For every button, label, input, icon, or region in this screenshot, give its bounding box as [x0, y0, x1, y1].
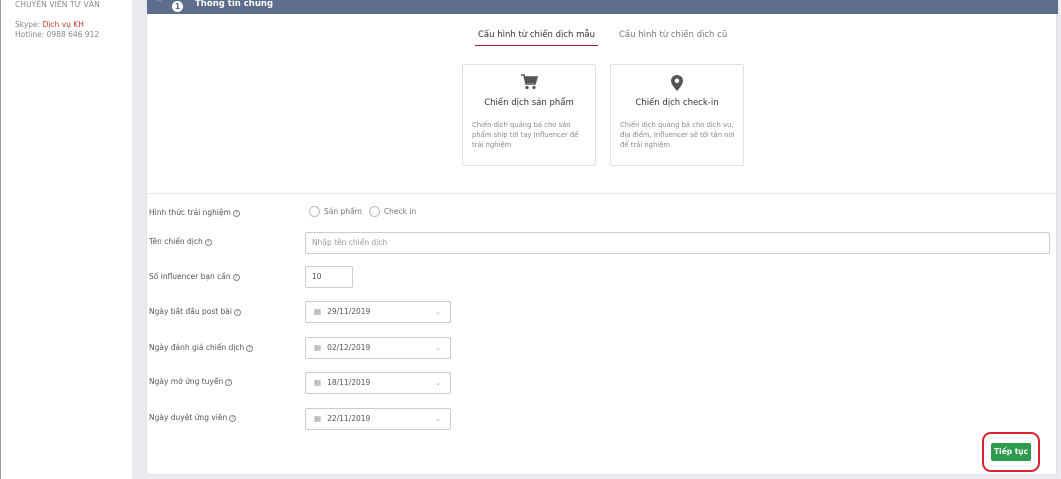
- product-campaign-description: Chiến dịch quảng bá cho sản phẩm ship tớ…: [472, 121, 579, 149]
- step-number-badge: 1: [172, 1, 183, 12]
- chevron-down-icon: ⌄: [435, 308, 441, 316]
- skype-line: Skype: Dịch vụ KH: [15, 20, 118, 30]
- product-campaign-card[interactable]: Chiến dịch sản phẩm Chiến dịch quảng bá …: [462, 64, 596, 166]
- help-icon[interactable]: ?: [229, 415, 237, 422]
- experience-label: Hình thức trải nghiệm?: [149, 208, 240, 217]
- approve-date-value: 22/11/2019: [327, 414, 371, 423]
- cart-icon: [463, 74, 595, 94]
- review-date-label-text: Ngày đánh giá chiến dịch: [149, 343, 245, 352]
- help-icon[interactable]: ?: [234, 309, 241, 316]
- approve-date-label-text: Ngày duyệt ứng viên: [149, 413, 228, 422]
- review-date-picker[interactable]: ▦ 02/12/2019 ⌄: [305, 337, 451, 359]
- help-icon[interactable]: ?: [232, 274, 240, 281]
- chevron-down-icon: ⌄: [435, 415, 441, 423]
- calendar-icon: ▦: [314, 414, 322, 423]
- open-apply-date-picker[interactable]: ▦ 18/11/2019 ⌄: [305, 372, 451, 394]
- radio-checkin-label: Check in: [383, 207, 417, 216]
- post-start-label: Ngày bắt đầu post bài?: [149, 307, 241, 316]
- next-button[interactable]: Tiếp tục: [991, 443, 1031, 461]
- location-pin-icon: [611, 74, 743, 94]
- post-start-label-text: Ngày bắt đầu post bài: [149, 307, 232, 316]
- calendar-icon: ▦: [314, 307, 322, 316]
- chevron-down-icon: ⌄: [435, 344, 441, 352]
- skype-link[interactable]: Dịch vụ KH: [43, 20, 84, 29]
- tab-sample-campaign[interactable]: Cấu hình từ chiến dịch mẫu: [475, 30, 599, 46]
- open-apply-label: Ngày mở ứng tuyển?: [149, 377, 233, 386]
- open-apply-label-text: Ngày mở ứng tuyển: [149, 377, 224, 386]
- radio-checkin[interactable]: [368, 206, 380, 217]
- review-date-label: Ngày đánh giá chiến dịch?: [149, 343, 254, 352]
- experience-radio-group: Sản phẩm Check in: [309, 206, 423, 217]
- post-start-date-value: 29/11/2019: [327, 307, 371, 316]
- hotline-label: Hotline:: [15, 30, 45, 39]
- skype-label: Skype:: [15, 20, 41, 29]
- radio-product[interactable]: [309, 206, 320, 217]
- influencer-count-label: Số influencer bạn cần?: [149, 272, 240, 281]
- checkin-campaign-card[interactable]: Chiến dịch check-in Chiến dịch quảng bá …: [610, 64, 744, 166]
- panel-header[interactable]: ⌃ 1 Thông tin chung: [147, 0, 1058, 14]
- consultant-title: CHUYÊN VIÊN TƯ VẤN: [15, 0, 100, 9]
- hotline-line: Hotline: 0988 646 912: [15, 30, 118, 40]
- help-icon[interactable]: ?: [225, 379, 233, 386]
- approve-date-picker[interactable]: ▦ 22/11/2019 ⌄: [305, 408, 451, 430]
- experience-label-text: Hình thức trải nghiệm: [149, 208, 231, 217]
- review-date-value: 02/12/2019: [327, 343, 371, 352]
- campaign-name-label: Tên chiến dịch?: [149, 237, 212, 246]
- sidebar: CHUYÊN VIÊN TƯ VẤN Skype: Dịch vụ KH Hot…: [1, 0, 132, 479]
- open-apply-date-value: 18/11/2019: [327, 378, 371, 387]
- calendar-icon: ▦: [314, 378, 322, 387]
- influencer-count-label-text: Số influencer bạn cần: [149, 272, 231, 281]
- influencer-count-input[interactable]: 10: [305, 266, 353, 288]
- calendar-icon: ▦: [314, 343, 322, 352]
- config-tabs: Cấu hình từ chiến dịch mẫu Cấu hình từ c…: [147, 30, 1056, 48]
- campaign-name-input[interactable]: Nhập tên chiến dịch: [305, 232, 1050, 254]
- campaign-name-label-text: Tên chiến dịch: [149, 237, 203, 246]
- checkin-campaign-title: Chiến dịch check-in: [635, 98, 719, 108]
- approve-date-label: Ngày duyệt ứng viên?: [149, 413, 237, 422]
- section-divider: [147, 193, 1058, 194]
- help-icon[interactable]: ?: [246, 345, 254, 352]
- general-info-panel: ⌃ 1 Thông tin chung Cấu hình từ chiến dị…: [146, 0, 1058, 475]
- checkin-campaign-description: Chiến dịch quảng bá cho dịch vụ, địa điể…: [620, 121, 735, 149]
- help-icon[interactable]: ?: [204, 239, 212, 246]
- chevron-up-icon[interactable]: ⌃: [155, 0, 163, 8]
- radio-product-label: Sản phẩm: [324, 207, 362, 216]
- product-campaign-title: Chiến dịch sản phẩm: [484, 98, 574, 108]
- panel-title: Thông tin chung: [195, 0, 274, 9]
- tab-old-campaign[interactable]: Cấu hình từ chiến dịch cũ: [619, 30, 727, 46]
- next-button-highlight: Tiếp tục: [982, 432, 1040, 472]
- chevron-down-icon: ⌄: [435, 379, 441, 387]
- hotline-number: 0988 646 912: [46, 30, 100, 39]
- help-icon[interactable]: ?: [232, 210, 240, 217]
- post-start-date-picker[interactable]: ▦ 29/11/2019 ⌄: [305, 301, 451, 323]
